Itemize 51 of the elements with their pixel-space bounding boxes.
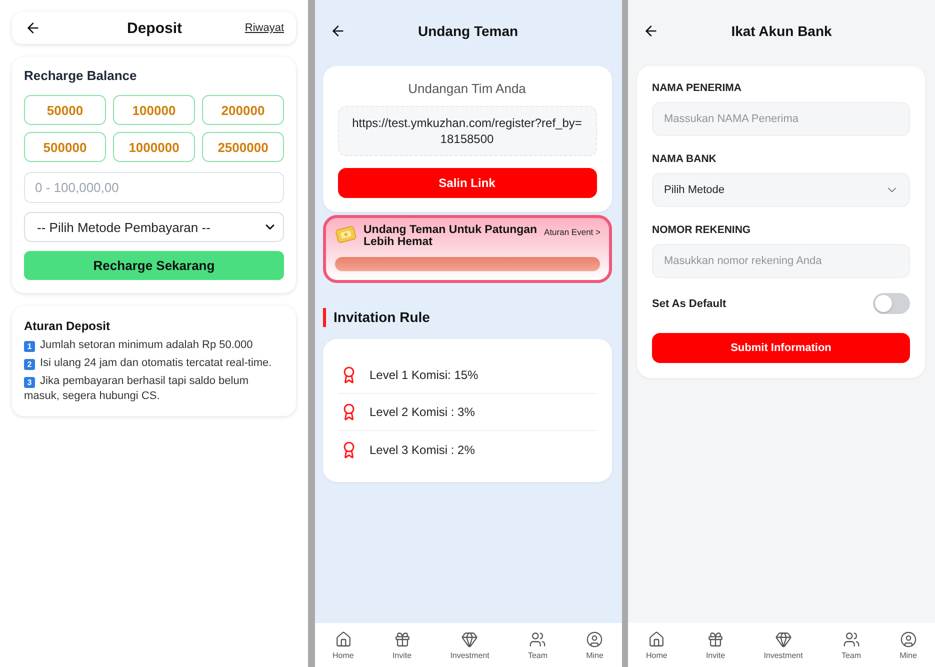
- rule-text: 3 Jika pembayaran berhasil tapi saldo belum masuk, segera hubungi CS.: [24, 374, 250, 404]
- card-title: Undangan Tim Anda: [407, 81, 527, 97]
- users-icon: [529, 630, 546, 648]
- page-title: Deposit: [126, 20, 182, 36]
- nav-item[interactable]: Investment: [450, 630, 490, 660]
- banner-title: Undang Teman Untuk Patungan Lebih Hemat: [364, 224, 538, 248]
- commission-text: Level 3 Komisi : 2%: [370, 442, 475, 456]
- nav-item[interactable]: Mine: [900, 630, 917, 660]
- nav-item[interactable]: Invite: [706, 630, 726, 660]
- nav-item[interactable]: Invite: [392, 630, 412, 660]
- field-label: NOMOR REKENING: [652, 223, 752, 237]
- user-circle-icon: [900, 630, 917, 648]
- rules-title: Aturan Deposit: [24, 318, 112, 335]
- page-title: Ikat Akun Bank: [731, 23, 832, 39]
- page-title: Undang Teman: [418, 23, 518, 39]
- nav-item[interactable]: Team: [841, 630, 861, 660]
- nav-item[interactable]: Home: [646, 630, 668, 660]
- field-label: NAMA BANK: [652, 152, 718, 166]
- nav-item[interactable]: Home: [332, 630, 354, 660]
- rule-text: 2 Isi ulang 24 jam dan otomatis tercatat real-time.: [24, 356, 284, 371]
- input-field[interactable]: Masukkan nomor rekening Anda: [652, 244, 910, 278]
- diamond-icon: [461, 630, 478, 648]
- field-label: NAMA PENERIMA: [652, 81, 742, 95]
- card-title: Recharge Balance: [24, 67, 138, 85]
- default-toggle[interactable]: [873, 293, 910, 314]
- history-link[interactable]: Riwayat: [244, 22, 284, 34]
- input-field[interactable]: Massukan NAMA Penerima: [652, 102, 910, 136]
- commission-text: Level 1 Komisi: 15%: [370, 368, 478, 382]
- gift-icon: [394, 630, 411, 648]
- nav-item[interactable]: Mine: [586, 630, 604, 660]
- amount-input-field[interactable]: 0 - 100,000,00: [24, 172, 284, 203]
- user-circle-icon: [586, 630, 604, 648]
- referral-link-field: https://test.ymkuzhan.com/register?ref_by=18158500: [338, 106, 596, 156]
- payment-method-select[interactable]: -- Pilih Metode Pembayaran --: [24, 212, 284, 242]
- bank-select[interactable]: Pilih Metode: [652, 173, 910, 207]
- home-icon: [334, 630, 352, 648]
- section-title: Invitation Rule: [322, 308, 612, 327]
- users-icon: [842, 630, 860, 648]
- home-icon: [648, 630, 666, 648]
- commission-text: Level 2 Komisi : 3%: [370, 405, 475, 419]
- event-rules-link[interactable]: Aturan Event >: [544, 227, 600, 237]
- nav-item[interactable]: Investment: [764, 630, 803, 660]
- back-arrow-icon[interactable]: [330, 23, 346, 39]
- copy-link-button[interactable]: Salin Link: [338, 168, 596, 198]
- rule-text: 1 Jumlah setoran minimum adalah Rp 50.000: [24, 338, 284, 353]
- toggle-label: Set As Default: [652, 298, 726, 310]
- gift-icon: [707, 630, 724, 648]
- submit-button[interactable]: Submit Information: [652, 333, 910, 363]
- diamond-icon: [774, 630, 792, 648]
- recharge-button[interactable]: Recharge Sekarang: [24, 251, 284, 280]
- nav-item[interactable]: Team: [528, 630, 548, 660]
